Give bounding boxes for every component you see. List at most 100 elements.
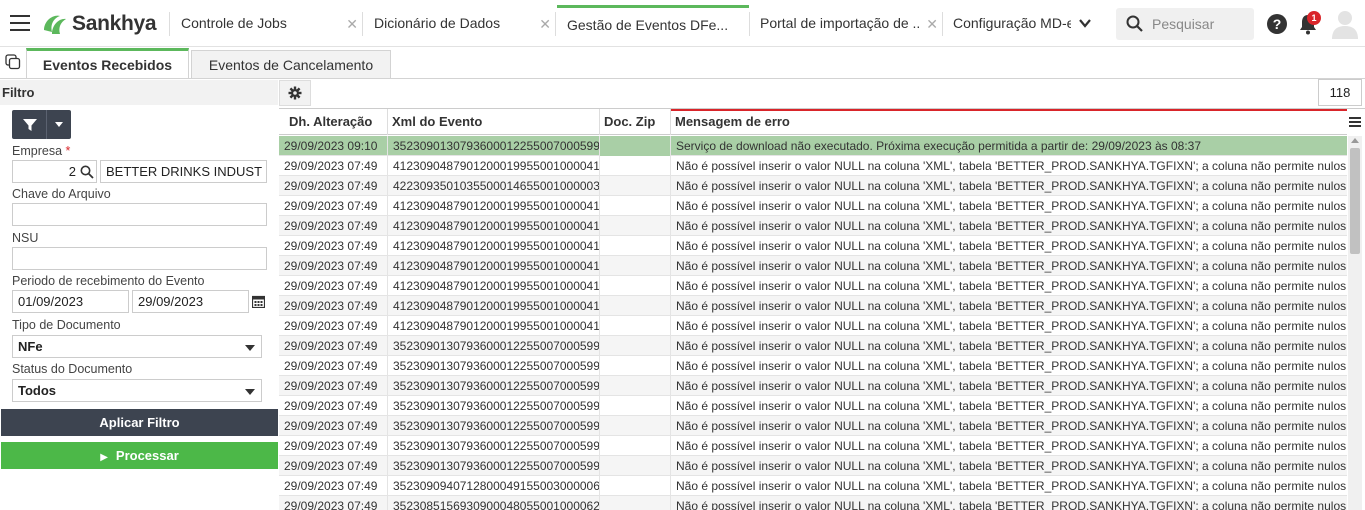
grid-body: 29/09/2023 09:10 352309013079360001225500… <box>279 136 1347 510</box>
table-row[interactable]: 29/09/2023 07:49 412309048790120001995500… <box>279 236 1347 256</box>
cell-xml-do-evento: 41230904879012000199550010000410 <box>388 236 600 256</box>
date-from-field[interactable]: 01/09/2023 <box>12 290 129 313</box>
cell-dh-alteracao: 29/09/2023 07:49 <box>279 196 388 216</box>
chevron-down-icon[interactable] <box>1077 15 1093 31</box>
table-row[interactable]: 29/09/2023 07:49 352309013079360001225500… <box>279 396 1347 416</box>
status-documento-select[interactable]: Todos <box>12 379 262 402</box>
cell-mensagem-de-erro: Não é possível inserir o valor NULL na c… <box>676 159 1347 173</box>
table-row[interactable]: 29/09/2023 07:49 412309048790120001995500… <box>279 276 1347 296</box>
grid-settings-button[interactable] <box>279 80 311 106</box>
column-header-xml-do-evento[interactable]: Xml do Evento <box>388 109 600 135</box>
table-row[interactable]: 29/09/2023 07:49 352309013079360001225500… <box>279 376 1347 396</box>
tab-eventos-de-cancelamento[interactable]: Eventos de Cancelamento <box>191 50 391 78</box>
table-row[interactable]: 29/09/2023 07:49 412309048790120001995500… <box>279 296 1347 316</box>
chave-field[interactable] <box>12 203 267 226</box>
tipo-documento-select[interactable]: NFe <box>12 335 262 358</box>
copy-icon[interactable] <box>5 54 21 70</box>
table-row[interactable]: 29/09/2023 07:49 412309048790120001995500… <box>279 216 1347 236</box>
cell-doc-zip <box>600 456 671 476</box>
cell-doc-zip <box>600 396 671 416</box>
tab-eventos-recebidos[interactable]: Eventos Recebidos <box>26 48 189 79</box>
nsu-field[interactable] <box>12 247 267 270</box>
table-row[interactable]: 29/09/2023 07:49 412309048790120001995500… <box>279 316 1347 336</box>
logo: Sankhya <box>40 10 157 38</box>
tipo-documento-value: NFe <box>18 339 43 354</box>
status-documento-value: Todos <box>18 383 57 398</box>
date-to-field[interactable]: 29/09/2023 <box>132 290 249 313</box>
caret-down-icon <box>245 389 255 395</box>
cell-mensagem-de-erro: Serviço de download não executado. Próxi… <box>676 139 1201 153</box>
tab-portal-de-importacao[interactable]: Portal de importação de ... ✕ <box>750 5 942 41</box>
column-menu-icon[interactable] <box>1349 116 1361 128</box>
tab-configuracao-md-e[interactable]: Configuração MD-e/I <box>943 5 1073 41</box>
tab-label: Portal de importação de ... <box>760 15 920 31</box>
required-marker: * <box>65 144 71 158</box>
cell-doc-zip <box>600 356 671 376</box>
process-button[interactable]: ▶ Processar <box>1 442 278 469</box>
empresa-label: Empresa * <box>12 144 70 158</box>
column-header-dh-alteracao[interactable]: Dh. Alteração <box>279 109 388 135</box>
empresa-name-field[interactable]: BETTER DRINKS INDUST <box>100 160 267 183</box>
table-row[interactable]: 29/09/2023 07:49 352309013079360001225500… <box>279 336 1347 356</box>
scroll-up-icon[interactable] <box>1351 138 1359 143</box>
search-input[interactable]: Pesquisar <box>1152 16 1214 32</box>
table-row[interactable]: 29/09/2023 07:49 352309013079360001225500… <box>279 456 1347 476</box>
column-header-mensagem-de-erro[interactable]: Mensagem de erro <box>671 109 1347 135</box>
chave-label: Chave do Arquivo <box>12 187 111 201</box>
caret-down-icon <box>245 345 255 351</box>
table-row[interactable]: 29/09/2023 07:49 352309094071280004915500… <box>279 476 1347 496</box>
search-icon[interactable] <box>80 165 94 179</box>
table-row[interactable]: 29/09/2023 07:49 352309013079360001225500… <box>279 436 1347 456</box>
help-icon[interactable]: ? <box>1267 14 1287 34</box>
empresa-label-text: Empresa <box>12 144 63 158</box>
cell-dh-alteracao: 29/09/2023 07:49 <box>279 236 388 256</box>
cell-xml-do-evento: 41230904879012000199550010000410 <box>388 216 600 236</box>
close-icon[interactable]: ✕ <box>926 16 938 33</box>
cell-dh-alteracao: 29/09/2023 07:49 <box>279 276 388 296</box>
cell-doc-zip <box>600 136 671 156</box>
cell-xml-do-evento: 41230904879012000199550010000410 <box>388 276 600 296</box>
cell-mensagem-de-erro: Não é possível inserir o valor NULL na c… <box>676 239 1347 253</box>
table-row[interactable]: 29/09/2023 07:49 412309048790120001995500… <box>279 156 1347 176</box>
tab-label: Configuração MD-e/I <box>953 15 1071 31</box>
vertical-scrollbar[interactable] <box>1348 136 1362 510</box>
cell-doc-zip <box>600 256 671 276</box>
table-row[interactable]: 29/09/2023 07:49 412309048790120001995500… <box>279 196 1347 216</box>
column-header-doc-zip[interactable]: Doc. Zip <box>600 109 671 135</box>
table-row[interactable]: 29/09/2023 07:49 412309048790120001995500… <box>279 256 1347 276</box>
cell-doc-zip <box>600 496 671 510</box>
filter-dropdown-button[interactable] <box>12 110 71 139</box>
table-row[interactable]: 29/09/2023 09:10 352309013079360001225500… <box>279 136 1347 156</box>
cell-xml-do-evento: 35230901307936000122550070005990 <box>388 136 600 156</box>
table-row[interactable]: 29/09/2023 07:49 352309013079360001225500… <box>279 356 1347 376</box>
cell-xml-do-evento: 35230901307936000122550070005990 <box>388 336 600 356</box>
tab-dicionario-de-dados[interactable]: Dicionário de Dados ✕ <box>363 5 555 41</box>
cell-doc-zip <box>600 276 671 296</box>
hamburger-menu-icon[interactable] <box>10 15 30 31</box>
table-row[interactable]: 29/09/2023 07:49 422309350103550001465500… <box>279 176 1347 196</box>
calendar-icon[interactable] <box>252 295 265 308</box>
table-row[interactable]: 29/09/2023 07:49 352309013079360001225500… <box>279 416 1347 436</box>
cell-doc-zip <box>600 296 671 316</box>
tab-separator <box>555 12 556 36</box>
cell-dh-alteracao: 29/09/2023 07:49 <box>279 476 388 496</box>
brand-name: Sankhya <box>72 12 157 35</box>
search-box[interactable]: Pesquisar <box>1116 8 1254 40</box>
cell-xml-do-evento: 41230904879012000199550010000410 <box>388 316 600 336</box>
table-row[interactable]: 29/09/2023 07:49 352308515693090004805500… <box>279 496 1347 510</box>
gear-icon <box>288 86 302 100</box>
cell-mensagem-de-erro: Não é possível inserir o valor NULL na c… <box>676 199 1347 213</box>
cell-dh-alteracao: 29/09/2023 07:49 <box>279 436 388 456</box>
close-icon[interactable]: ✕ <box>346 16 358 33</box>
scroll-thumb[interactable] <box>1350 148 1360 254</box>
tab-label: Controle de Jobs <box>181 15 287 31</box>
close-icon[interactable]: ✕ <box>539 16 551 33</box>
cell-xml-do-evento: 35230901307936000122550070005990 <box>388 356 600 376</box>
apply-filter-button[interactable]: Aplicar Filtro <box>1 409 278 436</box>
notification-badge: 1 <box>1307 11 1321 25</box>
cell-mensagem-de-erro: Não é possível inserir o valor NULL na c… <box>676 439 1347 453</box>
tab-controle-de-jobs[interactable]: Controle de Jobs ✕ <box>170 5 362 41</box>
cell-doc-zip <box>600 476 671 496</box>
tab-gestao-de-eventos[interactable]: Gestão de Eventos DFe... <box>557 5 749 41</box>
avatar[interactable] <box>1331 9 1359 39</box>
